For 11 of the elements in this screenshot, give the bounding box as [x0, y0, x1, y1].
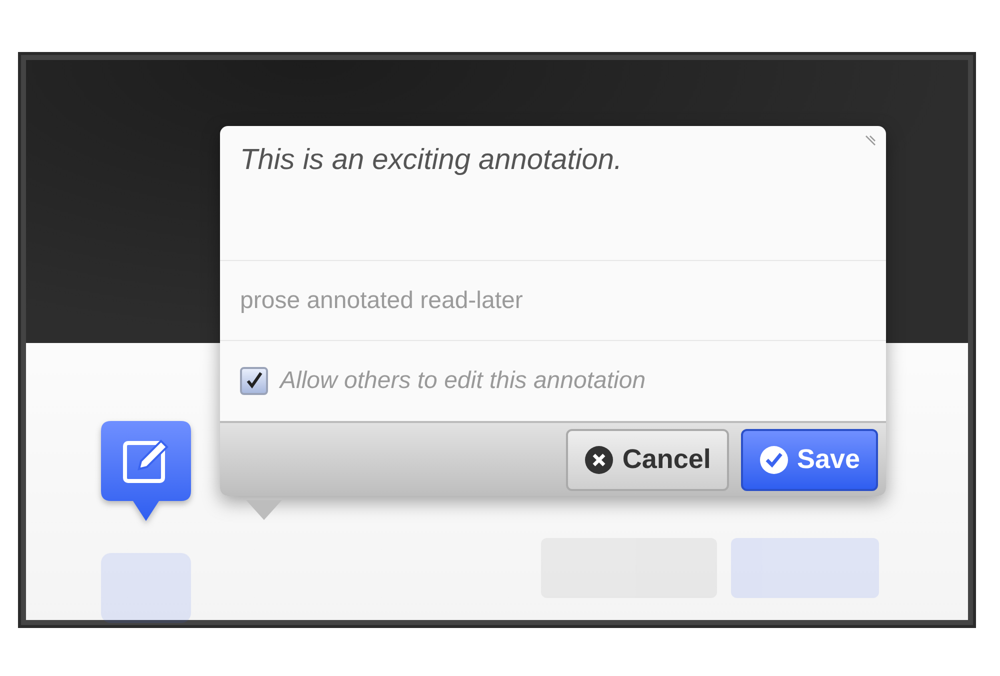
checkbox[interactable]: [240, 367, 268, 395]
annotation-field[interactable]: This is an exciting annotation.: [220, 126, 886, 261]
checkmark-icon: [244, 371, 264, 391]
close-icon: [584, 444, 614, 474]
cancel-button[interactable]: Cancel: [566, 428, 729, 490]
annotation-text: This is an exciting annotation.: [240, 144, 622, 176]
checkmark-icon: [758, 444, 789, 474]
checkbox-label: Allow others to edit this annotation: [280, 367, 646, 395]
popup-tail: [246, 500, 282, 520]
resize-grip-icon[interactable]: [864, 134, 876, 146]
save-button[interactable]: Save: [740, 428, 878, 490]
